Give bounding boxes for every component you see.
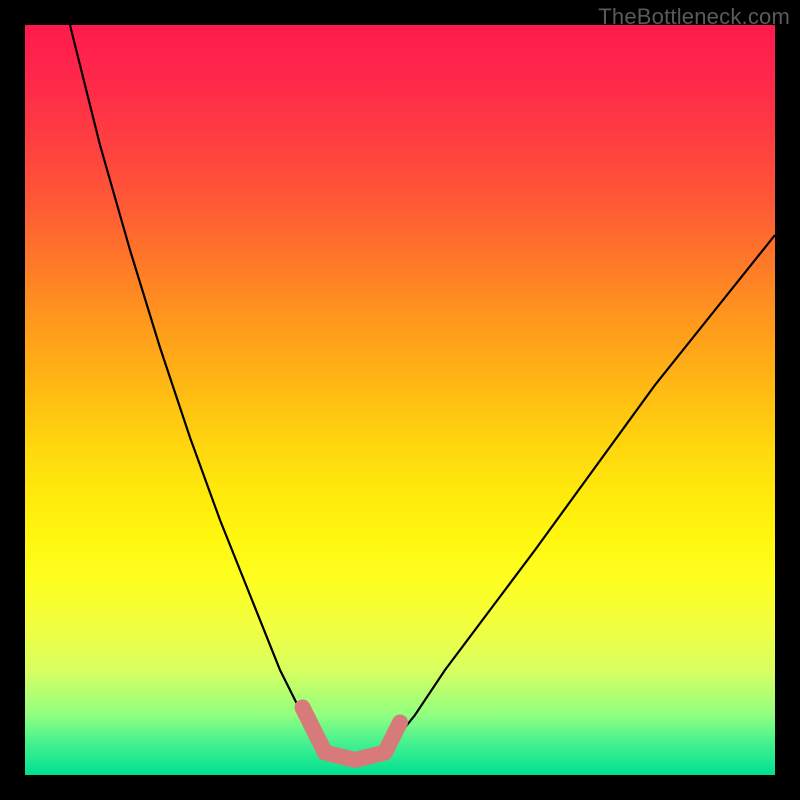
gradient-plot-background	[25, 25, 775, 775]
watermark-text: TheBottleneck.com	[598, 4, 790, 30]
chart-frame: TheBottleneck.com	[0, 0, 800, 800]
